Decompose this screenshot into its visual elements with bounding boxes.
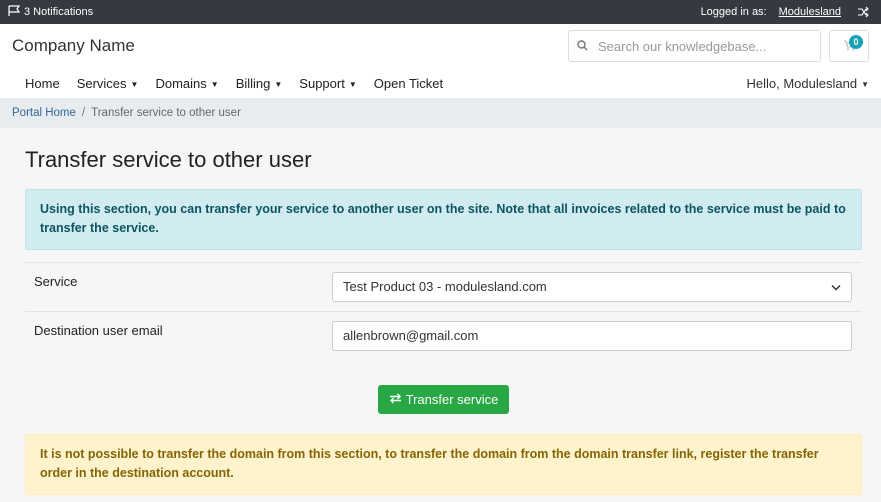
breadcrumb-current: Transfer service to other user <box>91 107 241 119</box>
search-input[interactable]: Search our knowledgebase... <box>568 30 821 62</box>
main-nav: Home Services ▼ Domains ▼ Billing ▼ Support… <box>0 68 881 98</box>
chevron-down-icon <box>831 279 841 294</box>
service-selected-value: Test Product 03 - modulesland.com <box>343 279 547 295</box>
info-alert: Using this section, you can transfer you… <box>25 189 862 250</box>
email-label: Destination user email <box>34 322 163 338</box>
caret-down-icon: ▼ <box>130 79 139 89</box>
warning-alert: It is not possible to transfer the domai… <box>25 433 862 495</box>
destination-email-input[interactable]: allenbrown@gmail.com <box>332 320 852 351</box>
logged-in-label: Logged in as: <box>700 6 767 18</box>
cart-button[interactable]: 0 <box>829 30 869 62</box>
exchange-icon <box>389 392 402 407</box>
caret-down-icon: ▼ <box>210 79 219 89</box>
flag-icon <box>8 4 21 20</box>
caret-down-icon: ▼ <box>348 79 357 89</box>
service-label: Service <box>34 273 78 289</box>
nav-item-home[interactable]: Home <box>25 76 60 91</box>
notifications-link[interactable]: 3 Notifications <box>8 4 94 20</box>
nav-item-services[interactable]: Services ▼ <box>77 76 139 91</box>
nav-item-open-ticket[interactable]: Open Ticket <box>374 76 443 91</box>
page-title: Transfer service to other user <box>25 147 312 172</box>
transfer-service-button[interactable]: Transfer service <box>377 384 510 414</box>
email-value: allenbrown@gmail.com <box>343 328 479 344</box>
caret-down-icon: ▼ <box>861 79 869 89</box>
nav-item-support[interactable]: Support ▼ <box>299 76 356 91</box>
form-row-email: Destination user email allenbrown@gmail.… <box>25 312 862 360</box>
site-header: Company Name Search our knowledgebase...… <box>0 24 881 68</box>
notifications-label: 3 Notifications <box>24 6 94 18</box>
breadcrumb-home[interactable]: Portal Home <box>12 107 76 119</box>
transfer-button-label: Transfer service <box>405 391 499 407</box>
nav-item-billing[interactable]: Billing ▼ <box>236 76 283 91</box>
service-select[interactable]: Test Product 03 - modulesland.com <box>332 271 852 302</box>
main-content: Transfer service to other user Using thi… <box>0 147 881 495</box>
brand-logo[interactable]: Company Name <box>12 36 135 56</box>
form-row-service: Service Test Product 03 - modulesland.co… <box>25 263 862 312</box>
user-account-link[interactable]: Modulesland <box>779 6 841 18</box>
transfer-form: Service Test Product 03 - modulesland.co… <box>25 261 862 360</box>
search-placeholder: Search our knowledgebase... <box>598 38 767 54</box>
logout-icon[interactable] <box>857 6 869 18</box>
cart-count-badge: 0 <box>849 35 863 49</box>
account-menu[interactable]: Hello, Modulesland ▼ <box>747 76 870 91</box>
breadcrumb-separator: / <box>81 107 86 119</box>
caret-down-icon: ▼ <box>274 79 283 89</box>
breadcrumb: Portal Home / Transfer service to other … <box>0 98 881 128</box>
top-bar: 3 Notifications Logged in as: Moduleslan… <box>0 0 881 24</box>
nav-item-domains[interactable]: Domains ▼ <box>155 76 218 91</box>
search-icon <box>577 39 588 54</box>
